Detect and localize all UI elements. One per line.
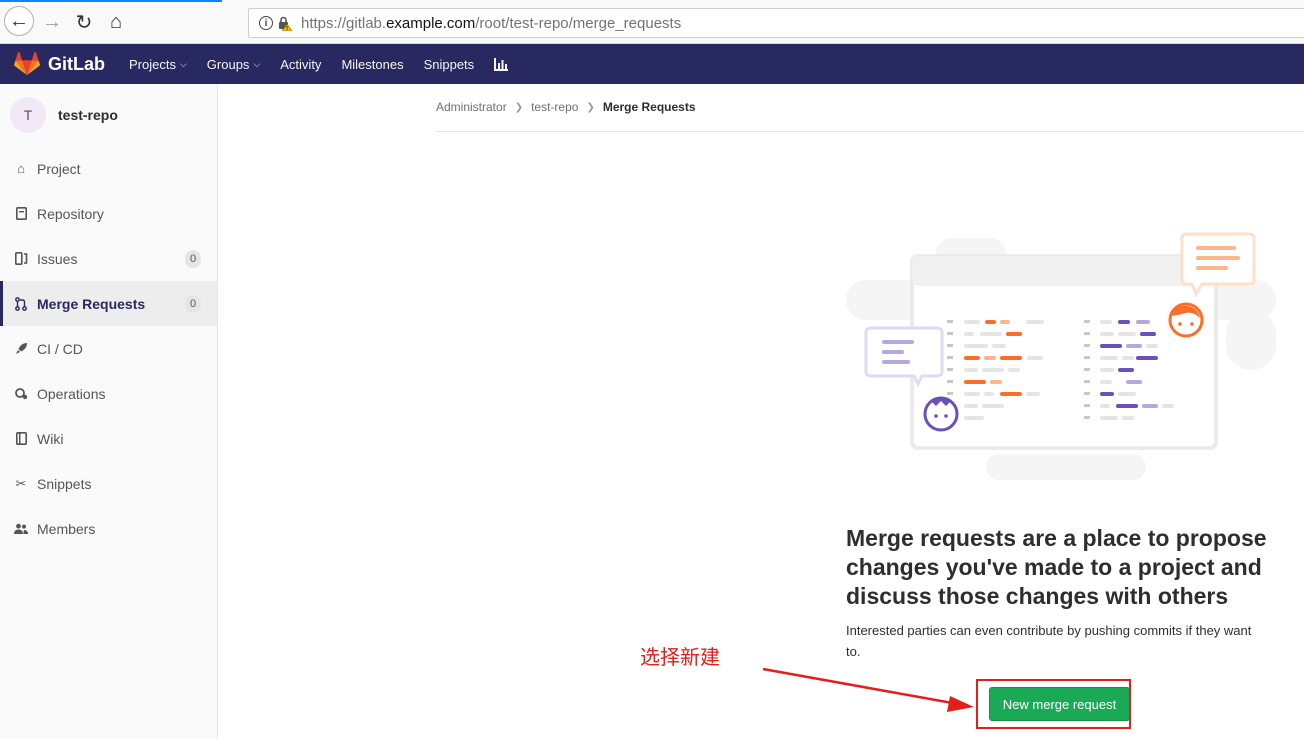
reload-icon[interactable]: ↻ bbox=[70, 8, 98, 36]
sidebar-item-issues[interactable]: Issues 0 bbox=[0, 236, 217, 281]
sidebar-item-label: Issues bbox=[37, 250, 78, 267]
scissors-icon: ✂ bbox=[15, 475, 27, 491]
breadcrumb: Administrator ❯ test-repo ❯ Merge Reques… bbox=[436, 100, 696, 114]
merge-requests-count-badge: 0 bbox=[185, 294, 201, 313]
sidebar-item-label: Wiki bbox=[37, 430, 64, 447]
rocket-icon bbox=[14, 342, 28, 356]
info-icon[interactable]: i bbox=[259, 16, 273, 30]
users-icon bbox=[14, 522, 28, 536]
nav-projects-label: Projects bbox=[129, 56, 176, 72]
sidebar-item-label: CI / CD bbox=[37, 340, 83, 357]
nav-groups-label: Groups bbox=[206, 56, 250, 72]
chevron-down-icon: ⌵ bbox=[179, 58, 187, 69]
sidebar-item-wiki[interactable]: Wiki bbox=[0, 416, 217, 461]
sidebar-item-project[interactable]: ⌂ Project bbox=[0, 146, 217, 191]
chevron-right-icon: ❯ bbox=[586, 101, 595, 113]
empty-state-title: Merge requests are a place to propose ch… bbox=[846, 525, 1267, 609]
nav-milestones[interactable]: Milestones bbox=[341, 57, 403, 72]
book-icon bbox=[14, 432, 28, 446]
sidebar-item-repository[interactable]: Repository bbox=[0, 191, 217, 236]
home-icon: ⌂ bbox=[17, 161, 25, 176]
breadcrumb-divider bbox=[436, 131, 1304, 132]
breadcrumb-merge-requests[interactable]: Merge Requests bbox=[603, 100, 696, 114]
address-bar[interactable]: i https://gitlab.example.com/root/test-r… bbox=[248, 8, 1304, 38]
nav-activity[interactable]: Activity bbox=[280, 57, 321, 72]
browser-toolbar: ← → ↻ ⌂ i https://gitlab.example.com/roo… bbox=[0, 0, 1304, 44]
chart-icon[interactable] bbox=[494, 57, 509, 71]
chevron-right-icon: ❯ bbox=[514, 101, 524, 113]
issues-count-badge: 0 bbox=[185, 249, 201, 268]
nav-projects[interactable]: Projects ⌵ bbox=[129, 57, 187, 72]
sidebar-item-label: Snippets bbox=[37, 475, 92, 492]
annotation-highlight-box bbox=[976, 679, 1131, 729]
url-text: https://gitlab.example.com/root/test-rep… bbox=[301, 14, 682, 32]
tanuki-logo-icon bbox=[14, 52, 40, 75]
sidebar-item-operations[interactable]: Operations bbox=[0, 371, 217, 416]
breadcrumb-test-repo[interactable]: test-repo bbox=[531, 100, 578, 114]
sidebar-item-snippets[interactable]: ✂ Snippets bbox=[0, 461, 217, 506]
project-header[interactable]: T test-repo bbox=[0, 84, 217, 146]
avatar: T bbox=[10, 97, 46, 133]
document-icon bbox=[14, 207, 28, 221]
empty-state-description: Interested parties can even contribute b… bbox=[846, 623, 1252, 659]
nav-snippets[interactable]: Snippets bbox=[424, 57, 475, 72]
nav-groups[interactable]: Groups ⌵ bbox=[207, 57, 260, 72]
sidebar-item-label: Merge Requests bbox=[37, 295, 146, 312]
sidebar-item-label: Project bbox=[37, 160, 81, 177]
project-name: test-repo bbox=[58, 107, 118, 123]
project-sidebar: T test-repo ⌂ Project Repository Issues … bbox=[0, 84, 218, 739]
home-icon[interactable]: ⌂ bbox=[102, 8, 130, 36]
sidebar-item-label: Members bbox=[37, 520, 96, 537]
sidebar-item-label: Repository bbox=[37, 205, 104, 222]
sidebar-item-members[interactable]: Members bbox=[0, 506, 217, 551]
annotation-label: 选择新建 bbox=[640, 645, 720, 669]
issues-icon bbox=[14, 252, 28, 266]
sidebar-item-label: Operations bbox=[37, 385, 106, 402]
back-arrow-icon[interactable]: ← bbox=[4, 6, 34, 36]
chevron-down-icon: ⌵ bbox=[253, 58, 261, 69]
insecure-lock-icon[interactable] bbox=[277, 15, 293, 31]
sidebar-item-ci-cd[interactable]: CI / CD bbox=[0, 326, 217, 371]
gitlab-logo[interactable]: GitLab bbox=[14, 52, 105, 76]
merge-request-icon bbox=[14, 296, 28, 311]
tab-accent bbox=[0, 0, 222, 2]
breadcrumb-administrator[interactable]: Administrator bbox=[436, 100, 507, 114]
cloud-gear-icon bbox=[14, 387, 28, 401]
forward-arrow-icon[interactable]: → bbox=[38, 8, 66, 36]
merge-requests-empty-illustration bbox=[846, 232, 1276, 480]
gitlab-navbar: GitLab Projects ⌵ Groups ⌵ Activity Milest… bbox=[0, 44, 1304, 84]
logo-text: GitLab bbox=[48, 53, 105, 74]
sidebar-item-merge-requests[interactable]: Merge Requests 0 bbox=[0, 281, 217, 326]
